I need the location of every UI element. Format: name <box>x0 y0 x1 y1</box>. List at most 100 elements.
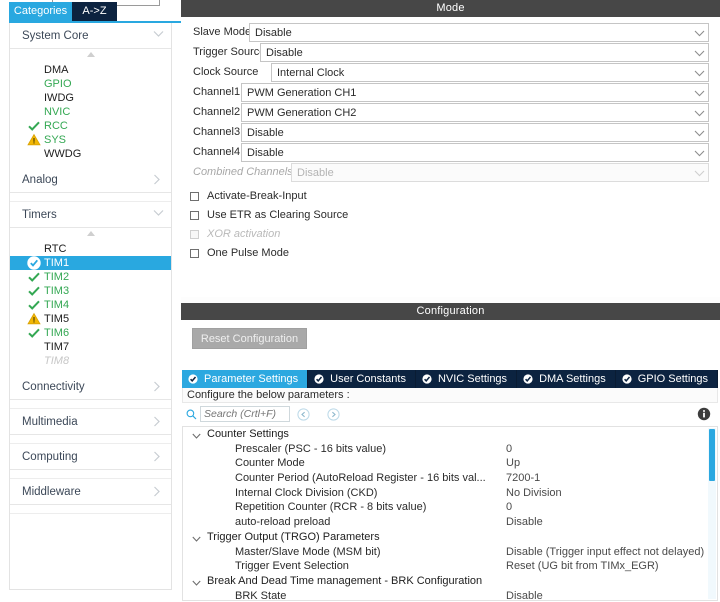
parameter-value[interactable]: 7200-1 <box>506 472 540 484</box>
sidebar-ip-list: RTC TIM1 TIM2 TIM3 TIM4 TIM5 TIM6 TIM7 TIM8 <box>10 240 171 374</box>
sidebar-scroll-up-arrow[interactable] <box>10 49 171 61</box>
sidebar-item-tim4[interactable]: TIM4 <box>10 298 171 312</box>
parameter-row[interactable]: Internal Clock Division (CKD) No Division <box>183 486 717 501</box>
mode-select-clock-source[interactable]: Internal Clock <box>271 63 709 82</box>
sidebar-item-rcc[interactable]: RCC <box>10 119 171 133</box>
mode-select-slave-mode[interactable]: Disable <box>249 23 709 42</box>
sidebar-group-label: Analog <box>22 174 58 186</box>
sidebar-item-tim2[interactable]: TIM2 <box>10 270 171 284</box>
tab-label: NVIC Settings <box>437 373 508 385</box>
warning-icon <box>27 133 41 147</box>
sidebar-item-gpio[interactable]: GPIO <box>10 77 171 91</box>
mode-select-trigger-source[interactable]: Disable <box>260 43 709 62</box>
mode-checkbox-one-pulse-mode[interactable]: One Pulse Mode <box>181 246 720 265</box>
sidebar-item-tim3[interactable]: TIM3 <box>10 284 171 298</box>
parameter-row[interactable]: auto-reload preload Disable <box>183 515 717 530</box>
chevron-down-icon <box>694 130 705 137</box>
configuration-panel-body: Reset Configuration Parameter Settings Us… <box>181 320 720 602</box>
parameter-row[interactable]: Trigger Event Selection Reset (UG bit fro… <box>183 559 717 574</box>
mode-checkbox-use-etr-as-clearing-source[interactable]: Use ETR as Clearing Source <box>181 208 720 227</box>
sidebar-item-wwdg[interactable]: WWDG <box>10 147 171 161</box>
tab-user-constants[interactable]: User Constants <box>308 370 416 388</box>
mode-row-channel4: Channel4 Disable <box>181 143 720 163</box>
parameter-row[interactable]: Master/Slave Mode (MSM bit) Disable (Trig… <box>183 545 717 560</box>
sidebar-item-tim7[interactable]: TIM7 <box>10 340 171 354</box>
tab-categories[interactable]: Categories <box>9 2 72 21</box>
parameter-value[interactable]: Disable (Trigger input effect not delaye… <box>506 546 704 558</box>
tab-dma-settings[interactable]: DMA Settings <box>517 370 616 388</box>
sidebar-group-analog[interactable]: Analog <box>10 167 171 193</box>
parameter-row[interactable]: Counter Mode Up <box>183 456 717 471</box>
mode-checkbox-activate-break-input[interactable]: Activate-Break-Input <box>181 189 720 208</box>
sidebar-scroll-up-arrow[interactable] <box>10 228 171 240</box>
tab-parameter-settings[interactable]: Parameter Settings <box>182 370 309 388</box>
check-icon <box>27 326 41 340</box>
parameter-value[interactable]: Disable <box>506 590 543 600</box>
sidebar-group-connectivity[interactable]: Connectivity <box>10 374 171 400</box>
chevron-down-icon <box>694 50 705 57</box>
sidebar-item-iwdg[interactable]: IWDG <box>10 91 171 105</box>
sidebar-group-timers[interactable]: Timers <box>10 202 171 228</box>
parameter-row[interactable]: Prescaler (PSC - 16 bits value) 0 <box>183 442 717 457</box>
sidebar-item-rtc[interactable]: RTC <box>10 242 171 256</box>
sidebar-item-label: TIM6 <box>44 327 70 339</box>
mode-select-channel2[interactable]: PWM Generation CH2 <box>241 103 709 122</box>
sidebar-item-tim8[interactable]: TIM8 <box>10 354 171 368</box>
sidebar-item-label: NVIC <box>44 106 71 118</box>
reset-configuration-button[interactable]: Reset Configuration <box>192 328 307 349</box>
parameter-group-trigger-output-trgo-parameters[interactable]: Trigger Output (TRGO) Parameters <box>183 530 717 545</box>
chevron-right-icon <box>153 381 162 392</box>
sidebar-item-label: TIM1 <box>44 257 70 269</box>
sidebar-tabstrip: Categories A->Z <box>0 2 181 23</box>
mode-select-channel1[interactable]: PWM Generation CH1 <box>241 83 709 102</box>
sidebar-group-system-core[interactable]: System Core <box>10 23 171 49</box>
check-icon <box>27 284 41 298</box>
parameter-name: auto-reload preload <box>235 516 331 529</box>
search-previous-icon[interactable] <box>297 408 310 421</box>
sidebar-item-tim1[interactable]: TIM1 <box>10 256 171 270</box>
tab-nvic-settings[interactable]: NVIC Settings <box>415 370 518 388</box>
parameter-search-input[interactable] <box>200 406 290 422</box>
mode-select-value: PWM Generation CH2 <box>247 107 357 119</box>
sidebar-group-computing[interactable]: Computing <box>10 444 171 470</box>
sidebar-item-label: TIM4 <box>44 299 70 311</box>
parameter-value[interactable]: 0 <box>506 443 512 455</box>
chevron-down-icon <box>694 150 705 157</box>
tab-a-to-z[interactable]: A->Z <box>72 2 117 21</box>
parameter-group-counter-settings[interactable]: Counter Settings <box>183 427 717 442</box>
checkbox-icon <box>190 192 199 201</box>
parameter-value[interactable]: Up <box>506 457 520 469</box>
parameter-group-break-and-dead-time-management-brk-configu[interactable]: Break And Dead Time management - BRK Con… <box>183 574 717 589</box>
sidebar-ip-list: DMA GPIO IWDG NVIC RCC SYS WWDG <box>10 61 171 167</box>
search-next-icon[interactable] <box>327 408 340 421</box>
mode-select-channel4[interactable]: Disable <box>241 143 709 162</box>
sidebar-item-nvic[interactable]: NVIC <box>10 105 171 119</box>
mode-panel: Mode Slave Mode Disable Trigger Source Disa… <box>181 0 720 297</box>
parameter-list[interactable]: Counter Settings Prescaler (PSC - 16 bits… <box>182 426 718 601</box>
parameter-name: Counter Period (AutoReload Register - 16… <box>235 472 486 485</box>
chevron-down-icon <box>192 534 201 542</box>
sidebar-group-middleware[interactable]: Middleware <box>10 479 171 505</box>
sidebar-item-tim6[interactable]: TIM6 <box>10 326 171 340</box>
sidebar-group-multimedia[interactable]: Multimedia <box>10 409 171 435</box>
info-icon[interactable] <box>697 407 711 421</box>
parameter-row[interactable]: BRK State Disable <box>183 589 717 600</box>
sidebar-item-tim5[interactable]: TIM5 <box>10 312 171 326</box>
scrollbar-thumb[interactable] <box>709 429 715 481</box>
sidebar-item-dma[interactable]: DMA <box>10 63 171 77</box>
sidebar-group-label: Middleware <box>22 486 81 498</box>
parameter-row[interactable]: Repetition Counter (RCR - 8 bits value) 0 <box>183 500 717 515</box>
sidebar-item-sys[interactable]: SYS <box>10 133 171 147</box>
parameter-value[interactable]: No Division <box>506 487 562 499</box>
check-circle-icon <box>422 374 432 384</box>
parameter-value[interactable]: Reset (UG bit from TIMx_EGR) <box>506 560 659 572</box>
parameter-value[interactable]: 0 <box>506 501 512 513</box>
parameter-row[interactable]: Counter Period (AutoReload Register - 16… <box>183 471 717 486</box>
parameter-name: Internal Clock Division (CKD) <box>235 486 378 499</box>
mode-label-combined-channels: Combined Channels <box>193 166 293 178</box>
mode-select-channel3[interactable]: Disable <box>241 123 709 142</box>
mode-label-channel1: Channel1 <box>193 86 241 98</box>
parameter-value[interactable]: Disable <box>506 516 543 528</box>
parameter-list-scrollbar[interactable] <box>708 428 716 599</box>
tab-gpio-settings[interactable]: GPIO Settings <box>615 370 719 388</box>
